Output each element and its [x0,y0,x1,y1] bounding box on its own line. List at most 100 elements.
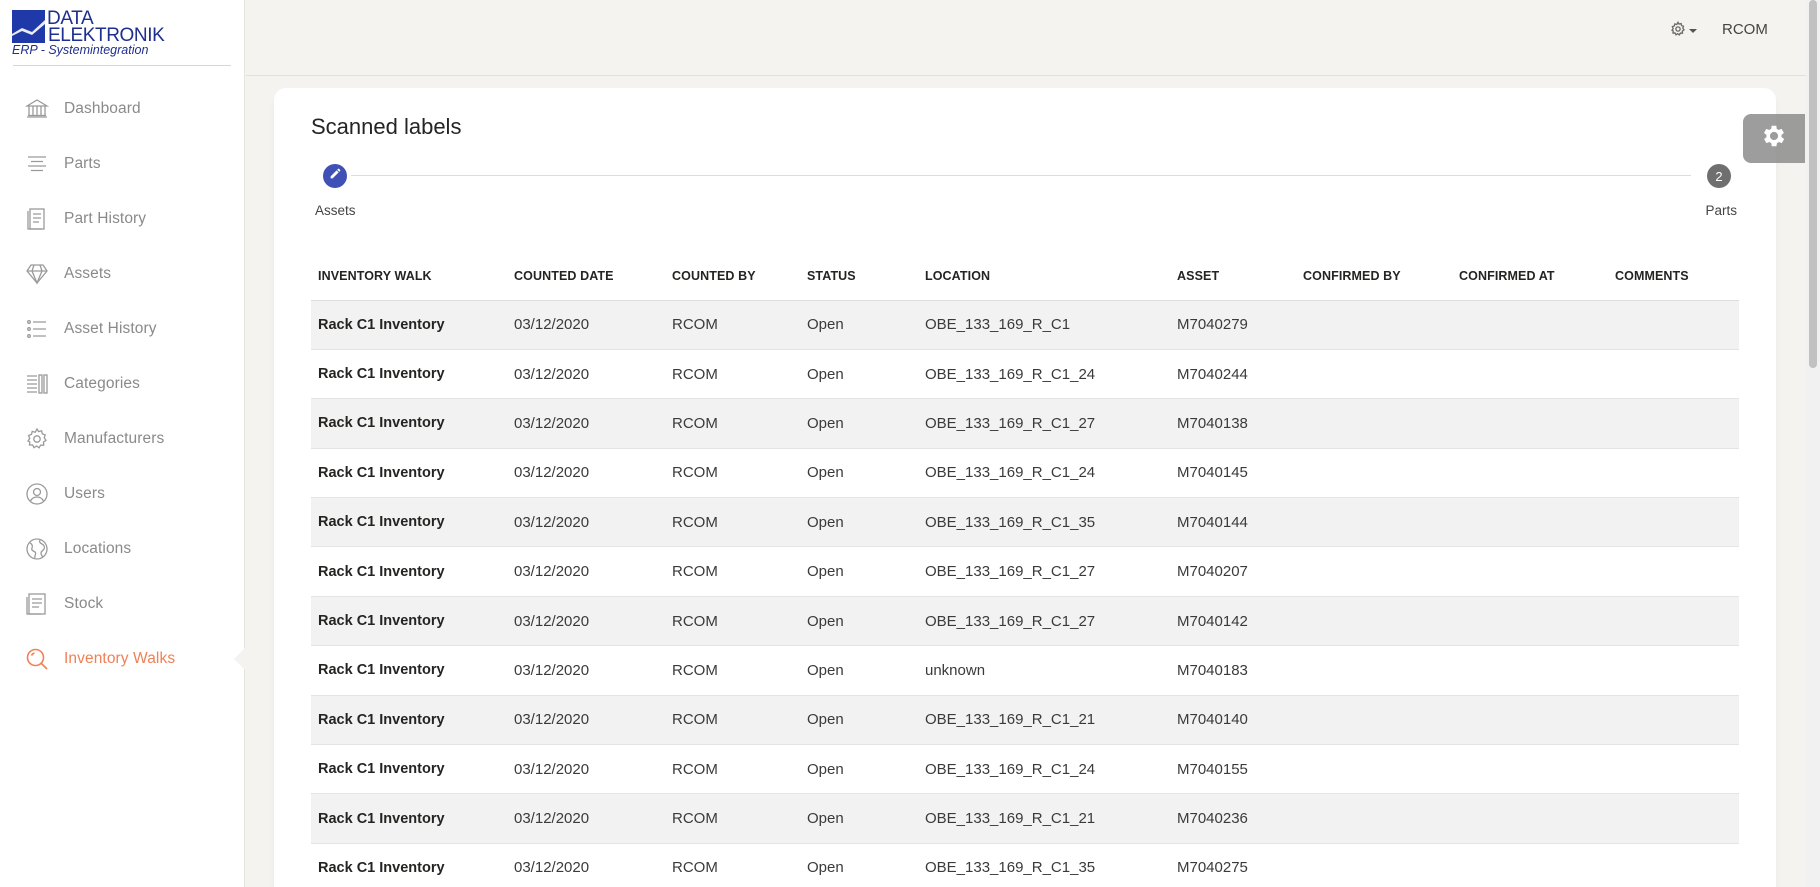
status-cell: Open [800,448,918,499]
counted-date-cell: 03/12/2020 [507,793,665,844]
column-header[interactable]: COMMENTS [1608,252,1739,301]
counted-by-cell: RCOM [665,300,800,350]
status-cell: Open [800,645,918,696]
sidebar-item-assets[interactable]: Assets [0,246,245,301]
column-header[interactable]: STATUS [800,252,918,301]
comments-cell [1608,744,1739,795]
status-cell: Open [800,546,918,597]
pencil-icon [329,167,342,185]
location-cell: OBE_133_169_R_C1_27 [918,596,1170,647]
comments-cell [1608,645,1739,696]
sidebar-item-part-history[interactable]: Part History [0,191,245,246]
status-cell: Open [800,744,918,795]
location-cell: OBE_133_169_R_C1_24 [918,448,1170,499]
location-cell: OBE_133_169_R_C1_35 [918,497,1170,548]
counted-date-cell: 03/12/2020 [507,497,665,548]
sidebar-item-label: Parts [64,154,101,172]
column-header[interactable]: COUNTED BY [665,252,800,301]
logo-mark-icon [12,10,45,43]
table-row[interactable]: Rack C1 Inventory 03/12/2020 RCOM Open unkno… [311,645,1739,696]
columns-icon [24,371,50,397]
counted-by-cell: RCOM [665,695,800,746]
inventory-walk-cell: Rack C1 Inventory [311,349,507,400]
sidebar-item-manufacturers[interactable]: Manufacturers [0,411,245,466]
confirmed-at-cell [1452,744,1608,795]
location-cell: OBE_133_169_R_C1_35 [918,843,1170,887]
confirmed-by-cell [1296,349,1452,400]
inventory-walk-cell: Rack C1 Inventory [311,596,507,647]
sidebar-item-locations[interactable]: Locations [0,521,245,576]
counted-date-cell: 03/12/2020 [507,398,665,449]
logo[interactable]: DATA ELEKTRONIK ERP - Systemintegration [12,9,232,58]
inventory-walk-cell: Rack C1 Inventory [311,497,507,548]
sidebar-item-label: Part History [64,209,147,227]
sidebar-item-inventory-walks[interactable]: Inventory Walks [0,631,246,686]
location-cell: OBE_133_169_R_C1 [918,300,1170,350]
column-header[interactable]: LOCATION [918,252,1170,301]
table-row[interactable]: Rack C1 Inventory 03/12/2020 RCOM Open OBE_1… [311,744,1739,795]
table-row[interactable]: Rack C1 Inventory 03/12/2020 RCOM Open OBE_1… [311,497,1739,548]
sidebar-nav: Dashboard Parts Part History Assets Asse… [0,81,246,686]
column-header[interactable]: CONFIRMED BY [1296,252,1452,301]
counted-date-cell: 03/12/2020 [507,546,665,597]
counted-date-cell: 03/12/2020 [507,300,665,350]
confirmed-at-cell [1452,497,1608,548]
table-row[interactable]: Rack C1 Inventory 03/12/2020 RCOM Open OBE_1… [311,546,1739,597]
sidebar-item-dashboard[interactable]: Dashboard [0,81,245,136]
comments-cell [1608,546,1739,597]
step-assets[interactable] [323,164,347,188]
counted-date-cell: 03/12/2020 [507,695,665,746]
table-row[interactable]: Rack C1 Inventory 03/12/2020 RCOM Open OBE_1… [311,596,1739,647]
fixed-settings-plugin[interactable] [1743,114,1805,163]
logo-tagline: ERP - Systemintegration [12,43,149,57]
column-header[interactable]: INVENTORY WALK [311,252,507,301]
sidebar-item-categories[interactable]: Categories [0,356,245,411]
settings-dropdown[interactable] [1670,20,1706,42]
card-title: Scanned labels [311,114,462,139]
confirmed-by-cell [1296,448,1452,499]
inventory-walk-cell: Rack C1 Inventory [311,398,507,449]
table-row[interactable]: Rack C1 Inventory 03/12/2020 RCOM Open OBE_1… [311,349,1739,400]
sidebar-item-asset-history[interactable]: Asset History [0,301,245,356]
asset-cell: M7040279 [1170,300,1296,350]
sidebar-divider [13,65,231,66]
scrollbar-thumb[interactable] [1809,0,1817,368]
inventory-walk-cell: Rack C1 Inventory [311,744,507,795]
sidebar-item-users[interactable]: Users [0,466,245,521]
sidebar-item-label: Manufacturers [64,429,165,447]
comments-cell [1608,793,1739,844]
asset-cell: M7040244 [1170,349,1296,400]
confirmed-by-cell [1296,645,1452,696]
list-icon [24,316,50,342]
comments-cell [1608,349,1739,400]
table-row[interactable]: Rack C1 Inventory 03/12/2020 RCOM Open OBE_1… [311,300,1739,350]
confirmed-at-cell [1452,300,1608,350]
column-header[interactable]: ASSET [1170,252,1296,301]
page-scrollbar[interactable] [1806,0,1820,887]
location-cell: OBE_133_169_R_C1_21 [918,695,1170,746]
column-header[interactable]: COUNTED DATE [507,252,665,301]
table-row[interactable]: Rack C1 Inventory 03/12/2020 RCOM Open OBE_1… [311,843,1739,887]
table-row[interactable]: Rack C1 Inventory 03/12/2020 RCOM Open OBE_1… [311,448,1739,499]
confirmed-by-cell [1296,695,1452,746]
confirmed-at-cell [1452,843,1608,887]
table-row[interactable]: Rack C1 Inventory 03/12/2020 RCOM Open OBE_1… [311,793,1739,844]
user-menu[interactable]: RCOM [1722,21,1768,38]
confirmed-at-cell [1452,596,1608,647]
sidebar-item-parts[interactable]: Parts [0,136,245,191]
table-row[interactable]: Rack C1 Inventory 03/12/2020 RCOM Open OBE_1… [311,398,1739,449]
confirmed-by-cell [1296,497,1452,548]
asset-cell: M7040275 [1170,843,1296,887]
confirmed-at-cell [1452,546,1608,597]
confirmed-by-cell [1296,843,1452,887]
column-header[interactable]: CONFIRMED AT [1452,252,1608,301]
status-cell: Open [800,497,918,548]
comments-cell [1608,596,1739,647]
step-parts[interactable]: 2 [1707,164,1731,188]
sidebar-item-stock[interactable]: Stock [0,576,245,631]
step-assets-label[interactable]: Assets [315,203,356,218]
step-parts-label[interactable]: Parts [1705,203,1737,218]
document-icon [24,591,50,617]
table-row[interactable]: Rack C1 Inventory 03/12/2020 RCOM Open OBE_1… [311,695,1739,746]
stepper-connector [351,175,1691,176]
